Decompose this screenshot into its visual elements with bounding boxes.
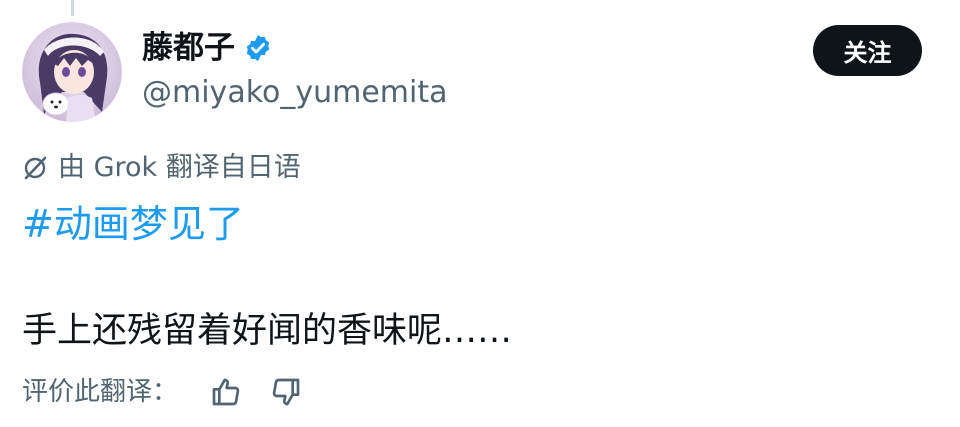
thread-connector-line [71,0,74,16]
follow-button[interactable]: 关注 [813,25,922,76]
author-handle[interactable]: @miyako_yumemita [142,78,448,108]
thumbs-down-button[interactable] [266,372,306,412]
author-display-name[interactable]: 藤都子 [142,32,235,64]
rate-translation-row: 评价此翻译： [22,372,326,412]
tweet-text: 手上还残留着好闻的香味呢…… [22,311,513,351]
translation-notice-text: 由 Grok 翻译自日语 [58,152,301,183]
hashtag-link[interactable]: #动画梦见了 [22,203,244,246]
thumbs-up-icon [212,378,240,406]
thumbs-up-button[interactable] [206,372,246,412]
author-name-row: 藤都子 [142,26,273,70]
verified-badge-icon [243,33,273,63]
grok-icon [22,155,48,181]
rate-translation-label: 评价此翻译： [22,377,179,407]
translation-notice: 由 Grok 翻译自日语 [22,154,301,181]
thumbs-down-icon [272,378,300,406]
avatar-image [22,22,122,122]
avatar[interactable] [22,22,122,122]
